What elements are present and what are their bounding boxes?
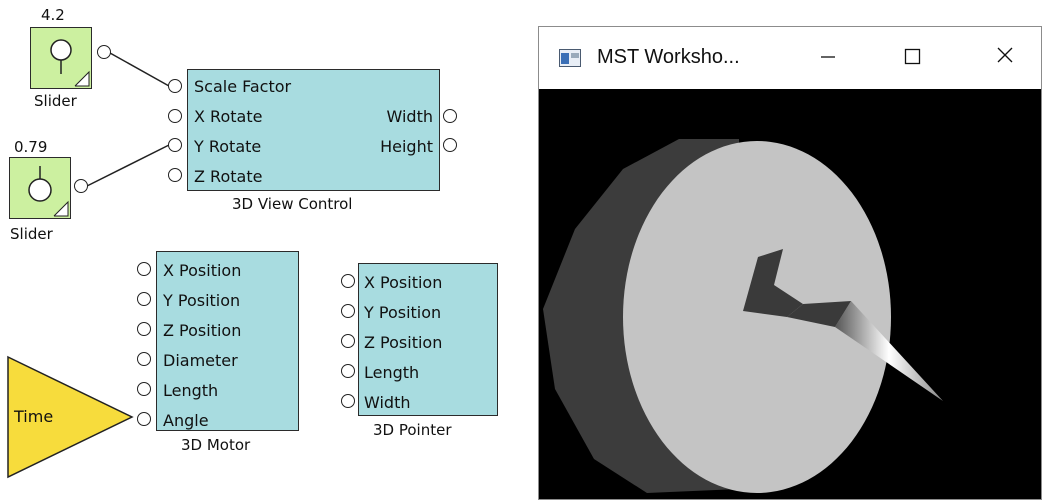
- mst-window[interactable]: MST Worksho...: [538, 26, 1042, 500]
- pointer-z-position-port[interactable]: [341, 334, 355, 348]
- input-label-y-position: Y Position: [364, 303, 442, 322]
- motor-z-position-port[interactable]: [137, 322, 151, 336]
- input-label-length: Length: [163, 381, 219, 400]
- slider2-value: 0.79: [14, 138, 48, 156]
- motor-block[interactable]: X Position Y Position Z Position Diamete…: [156, 251, 299, 431]
- pointer-block[interactable]: X Position Y Position Z Position Length …: [358, 263, 498, 416]
- workspace-canvas[interactable]: 4.2 Slider 0.79 Slider Scale Factor X Ro…: [0, 0, 1042, 500]
- input-label-width: Width: [364, 393, 411, 412]
- input-label-y-position: Y Position: [163, 291, 241, 310]
- window-titlebar[interactable]: MST Worksho...: [539, 27, 1041, 89]
- time-label: Time: [14, 407, 54, 426]
- input-label-diameter: Diameter: [163, 351, 238, 370]
- input-label-z-rotate: Z Rotate: [194, 167, 263, 186]
- pointer-width-port[interactable]: [341, 394, 355, 408]
- input-label-z-position: Z Position: [163, 321, 242, 340]
- close-icon[interactable]: [983, 37, 1029, 77]
- output-label-height: Height: [380, 137, 433, 156]
- y-rotate-port[interactable]: [168, 138, 182, 152]
- slider-knob-icon: [28, 166, 69, 217]
- height-output-port[interactable]: [443, 138, 457, 152]
- slider2-block[interactable]: [9, 157, 71, 219]
- view-control-block[interactable]: Scale Factor X Rotate Y Rotate Z Rotate …: [187, 69, 440, 191]
- width-output-port[interactable]: [443, 109, 457, 123]
- maximize-icon[interactable]: [889, 37, 935, 77]
- pointer-x-position-port[interactable]: [341, 274, 355, 288]
- slider1-output-port[interactable]: [97, 45, 111, 59]
- input-label-scale-factor: Scale Factor: [194, 77, 292, 96]
- slider-knob-icon: [50, 39, 90, 87]
- input-label-x-position: X Position: [163, 261, 242, 280]
- pointer-length-port[interactable]: [341, 364, 355, 378]
- input-label-length: Length: [364, 363, 420, 382]
- motor-caption: 3D Motor: [181, 436, 251, 454]
- slider2-output-port[interactable]: [74, 179, 88, 193]
- slider2-caption: Slider: [10, 225, 53, 243]
- input-label-z-position: Z Position: [364, 333, 443, 352]
- input-label-x-position: X Position: [364, 273, 443, 292]
- scale-factor-port[interactable]: [168, 79, 182, 93]
- motor-x-position-port[interactable]: [137, 262, 151, 276]
- window-title: MST Worksho...: [597, 46, 740, 68]
- x-rotate-port[interactable]: [168, 109, 182, 123]
- slider1-value: 4.2: [41, 6, 65, 24]
- wire-slider1-scale: [109, 52, 170, 87]
- 3d-viewport[interactable]: [539, 89, 1041, 499]
- wire-slider2-yrotate: [86, 144, 170, 187]
- 3d-motor-render: [543, 139, 943, 493]
- app-icon: [559, 49, 581, 67]
- input-label-y-rotate: Y Rotate: [194, 137, 262, 156]
- input-label-x-rotate: X Rotate: [194, 107, 263, 126]
- view-control-caption: 3D View Control: [232, 195, 353, 213]
- minimize-icon[interactable]: [805, 37, 851, 77]
- slider1-block[interactable]: [30, 27, 92, 89]
- z-rotate-port[interactable]: [168, 168, 182, 182]
- pointer-caption: 3D Pointer: [373, 421, 452, 439]
- input-label-angle: Angle: [163, 411, 209, 430]
- output-label-width: Width: [386, 107, 433, 126]
- pointer-y-position-port[interactable]: [341, 304, 355, 318]
- slider1-caption: Slider: [34, 92, 77, 110]
- motor-y-position-port[interactable]: [137, 292, 151, 306]
